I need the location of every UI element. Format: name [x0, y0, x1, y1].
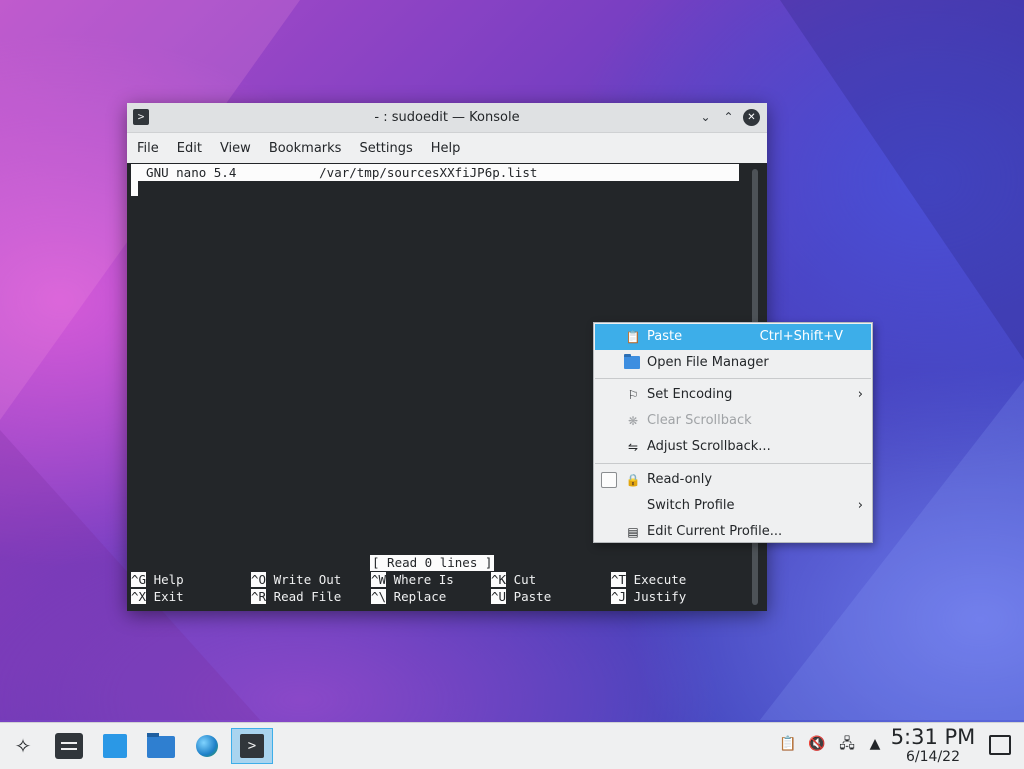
maximize-button[interactable]: ⌃ [720, 109, 737, 126]
shortcut-key: ^O [251, 572, 267, 587]
menu-item-set-encoding[interactable]: ⚐ Set Encoding › [595, 382, 871, 408]
clock-date[interactable]: 6/14/22 [888, 749, 978, 765]
menu-item-edit-current-profile[interactable]: ▤ Edit Current Profile... [595, 519, 871, 545]
nano-header: GNU nano 5.4 /var/tmp/sourcesXXfiJP6p.li… [131, 164, 739, 181]
shortcut-key: ^R [251, 589, 267, 604]
discover-store-icon-shape [103, 734, 127, 758]
shortcut-read-file: ^R Read File [251, 588, 341, 605]
menu-item-label: Clear Scrollback [647, 413, 752, 428]
shortcut-execute: ^T Execute [611, 571, 686, 588]
nano-status-message: [ Read 0 lines ] [370, 555, 495, 571]
read-only-checkbox[interactable] [601, 472, 617, 488]
menu-item-adjust-scrollback[interactable]: ⇋ Adjust Scrollback... [595, 434, 871, 460]
discover-store-icon[interactable] [97, 728, 133, 764]
shortcut-key: ^K [491, 572, 507, 587]
shortcut-key: ^W [371, 572, 387, 587]
menu-bar: File Edit View Bookmarks Settings Help [127, 133, 767, 164]
context-menu: 📋 Paste Ctrl+Shift+V Open File Manager ⚐… [593, 322, 873, 543]
menu-item-label: Paste [647, 329, 683, 344]
shortcut-paste: ^U Paste [491, 588, 551, 605]
menu-separator [595, 378, 871, 379]
globe-icon [196, 735, 218, 757]
taskbar: ✧ > 📋 🔇 🖧 ▲ 5:31 PM 6/14/22 [0, 722, 1024, 769]
menu-item-read-only[interactable]: 🔒 Read-only [595, 467, 871, 493]
text-cursor [131, 181, 138, 196]
menu-view[interactable]: View [211, 141, 260, 156]
close-button[interactable]: ✕ [743, 109, 760, 126]
folder-icon [147, 733, 175, 758]
menu-item-label: Adjust Scrollback... [647, 439, 771, 454]
application-launcher-icon[interactable]: ✧ [5, 728, 41, 764]
flag-icon: ⚐ [627, 388, 639, 402]
menu-item-label: Open File Manager [647, 355, 769, 370]
shortcut-key: ^\ [371, 589, 387, 604]
shortcut-label: Execute [626, 572, 687, 587]
chevron-right-icon: › [857, 498, 863, 513]
shortcut-label: Write Out [266, 572, 342, 587]
shortcut-exit: ^X Exit [131, 588, 184, 605]
network-icon[interactable]: 🖧 [838, 735, 856, 753]
file-manager-icon[interactable] [143, 728, 179, 764]
shortcut-key: ^J [611, 589, 627, 604]
shortcut-key: ^U [491, 589, 507, 604]
shortcut-where-is: ^W Where Is [371, 571, 454, 588]
shortcut-key: ^X [131, 589, 147, 604]
folder-icon [624, 354, 640, 369]
minimize-button[interactable]: ⌄ [697, 109, 714, 126]
title-bar[interactable]: > - : sudoedit — Konsole ⌄ ⌃ ✕ [127, 103, 767, 133]
clipboard-tray-icon[interactable]: 📋 [779, 735, 797, 753]
wallpaper-facet [780, 0, 1024, 360]
show-desktop-button[interactable] [989, 735, 1011, 755]
shortcut-label: Cut [506, 572, 537, 587]
menu-item-switch-profile[interactable]: Switch Profile › [595, 493, 871, 519]
system-settings-icon[interactable] [51, 728, 87, 764]
edit-profile-icon: ▤ [627, 525, 639, 539]
clipboard-icon: 📋 [625, 330, 641, 344]
clock-time[interactable]: 5:31 PM [888, 725, 978, 749]
window-title: - : sudoedit — Konsole [374, 110, 520, 125]
shortcut-label: Read File [266, 589, 342, 604]
expand-tray-arrow-icon[interactable]: ▲ [866, 735, 884, 753]
menu-item-label: Switch Profile [647, 498, 735, 513]
shortcut-key: ^T [611, 572, 627, 587]
volume-muted-icon[interactable]: 🔇 [808, 735, 826, 753]
menu-item-clear-scrollback: ❋ Clear Scrollback [595, 408, 871, 434]
shortcut-replace: ^\ Replace [371, 588, 446, 605]
terminal-icon: > [240, 734, 264, 758]
konsole-task-button[interactable]: > [231, 728, 273, 764]
menu-bookmarks[interactable]: Bookmarks [260, 141, 351, 156]
web-browser-icon[interactable] [189, 728, 225, 764]
lock-icon: 🔒 [625, 473, 641, 487]
system-settings-icon-shape [55, 733, 83, 759]
shortcut-label: Help [146, 572, 184, 587]
menu-settings[interactable]: Settings [350, 141, 421, 156]
menu-item-label: Read-only [647, 472, 713, 487]
shortcut-label: Exit [146, 589, 184, 604]
shortcut-key: ^G [131, 572, 147, 587]
shortcut-label: Where Is [386, 572, 454, 587]
sliders-icon: ⇋ [627, 440, 639, 454]
shortcut-label: Replace [386, 589, 447, 604]
shortcut-write-out: ^O Write Out [251, 571, 341, 588]
menu-item-shortcut: Ctrl+Shift+V [759, 329, 843, 344]
shortcut-label: Paste [506, 589, 552, 604]
shortcut-help: ^G Help [131, 571, 184, 588]
broom-icon: ❋ [627, 414, 639, 428]
menu-item-label: Set Encoding [647, 387, 733, 402]
shortcut-label: Justify [626, 589, 687, 604]
menu-separator [595, 463, 871, 464]
menu-file[interactable]: File [128, 141, 168, 156]
menu-help[interactable]: Help [422, 141, 470, 156]
chevron-right-icon: › [857, 387, 863, 402]
menu-item-open-file-manager[interactable]: Open File Manager [595, 350, 871, 376]
shortcut-justify: ^J Justify [611, 588, 686, 605]
menu-item-label: Edit Current Profile... [647, 524, 783, 539]
menu-edit[interactable]: Edit [168, 141, 211, 156]
menu-item-paste[interactable]: 📋 Paste Ctrl+Shift+V [595, 324, 871, 350]
shortcut-cut: ^K Cut [491, 571, 536, 588]
